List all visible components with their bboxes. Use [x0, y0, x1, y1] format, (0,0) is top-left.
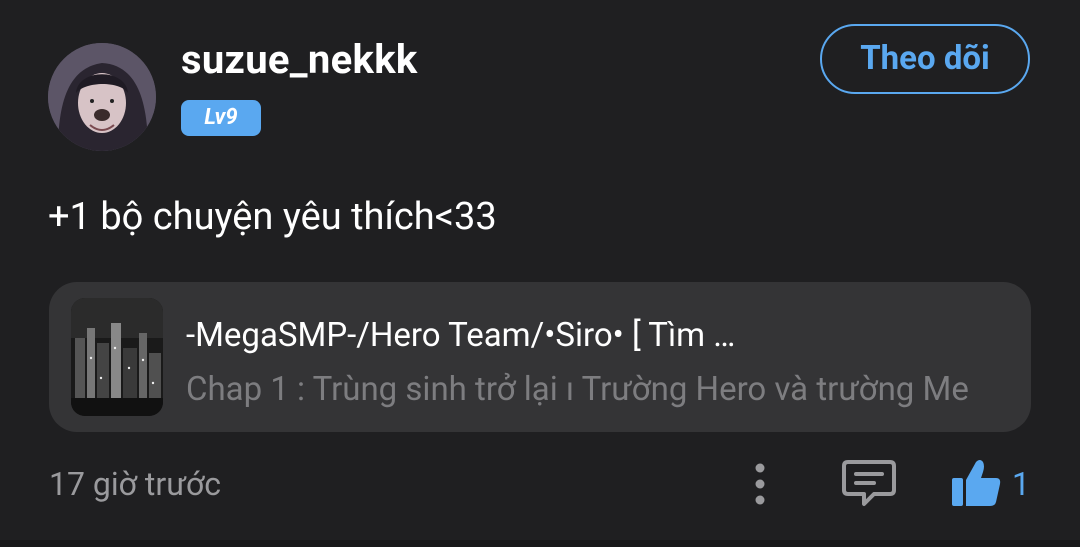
story-cover-image: [71, 298, 163, 416]
thumbs-up-icon[interactable]: [950, 458, 1002, 508]
like-count: 1: [1012, 465, 1030, 503]
follow-button[interactable]: Theo dõi: [820, 24, 1030, 94]
story-title[interactable]: -MegaSMP-/Hero Team/•Siro• [ Tìm …: [186, 316, 735, 355]
divider: [0, 540, 1080, 547]
timestamp: 17 giờ trước: [49, 465, 222, 503]
more-vertical-icon[interactable]: [746, 460, 774, 508]
post-text: +1 bộ chuyện yêu thích<33: [48, 195, 497, 239]
username[interactable]: suzue_nekkk: [181, 36, 418, 83]
level-badge: Lv9: [181, 100, 261, 136]
story-card[interactable]: -MegaSMP-/Hero Team/•Siro• [ Tìm … Chap …: [49, 282, 1031, 432]
comment-icon[interactable]: [842, 458, 896, 508]
post-card: suzue_nekkk Lv9 Theo dõi +1 bộ chuyện yê…: [0, 0, 1080, 547]
avatar-image: [48, 43, 156, 151]
story-chapter: Chap 1 : Trùng sinh trở lại ı Trường Her…: [186, 370, 969, 409]
avatar[interactable]: [48, 43, 156, 151]
